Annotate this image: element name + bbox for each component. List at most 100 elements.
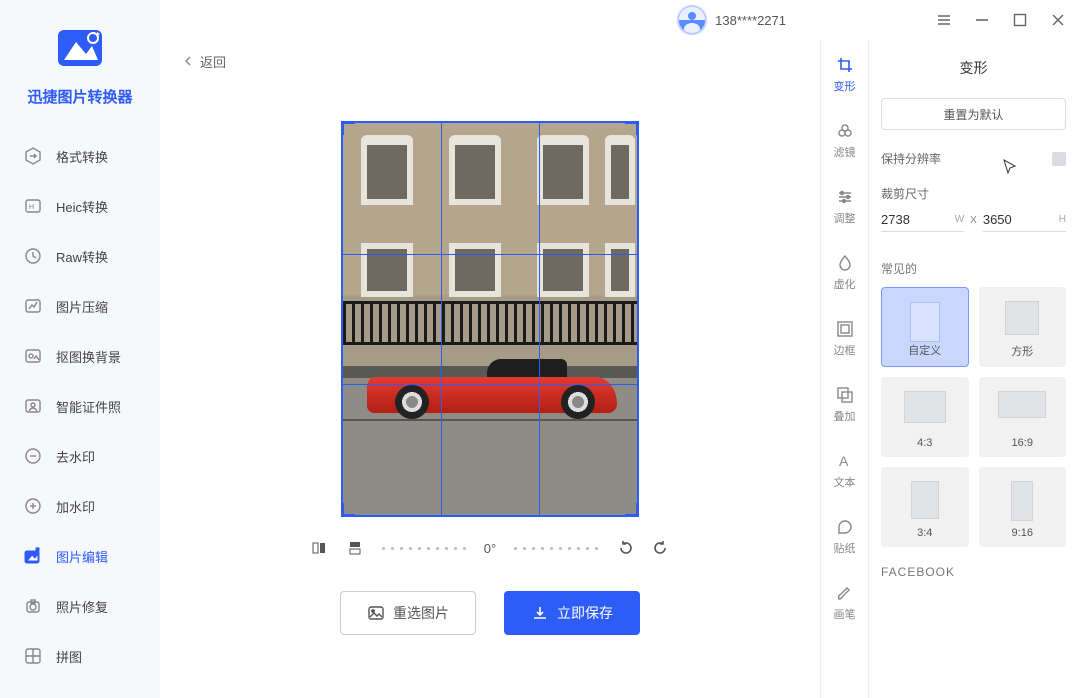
crop-icon: [836, 56, 854, 74]
facebook-header: FACEBOOK: [881, 565, 1066, 579]
close-icon[interactable]: [1050, 12, 1066, 28]
sidebar-item-compress[interactable]: 图片压缩: [0, 281, 160, 331]
crop-grid-line: [441, 123, 442, 515]
blur-icon: [836, 254, 854, 272]
preset-4-3[interactable]: 4:3: [881, 377, 969, 457]
flip-vertical-icon[interactable]: [346, 539, 364, 557]
tool-brush[interactable]: 画笔: [829, 584, 861, 622]
chevron-left-icon: [184, 54, 194, 69]
preset-label: 自定义: [908, 342, 941, 358]
app-logo-block: 迅捷图片转换器: [0, 24, 160, 107]
crop-width-field[interactable]: W: [881, 212, 964, 232]
crop-grid-line: [343, 384, 637, 385]
tool-label: 滤镜: [834, 144, 856, 160]
crop-width-input[interactable]: [881, 212, 951, 227]
preset-custom[interactable]: 自定义: [881, 287, 969, 367]
maximize-icon[interactable]: [1012, 12, 1028, 28]
crop-height-field[interactable]: H: [983, 212, 1066, 232]
crop-size-section: 裁剪尺寸 W X H: [881, 185, 1066, 232]
keep-resolution-toggle[interactable]: [1052, 152, 1066, 166]
back-button[interactable]: 返回: [184, 52, 226, 71]
sidebar-item-format-convert[interactable]: 格式转换: [0, 131, 160, 181]
sidebar-item-cutout[interactable]: 抠图换背景: [0, 331, 160, 381]
minimize-icon[interactable]: [974, 12, 990, 28]
crop-handle-tr[interactable]: [625, 121, 639, 135]
restore-icon: [24, 597, 42, 615]
crop-height-input[interactable]: [983, 212, 1055, 227]
tool-filter[interactable]: 滤镜: [829, 122, 861, 160]
flip-horizontal-icon[interactable]: [310, 539, 328, 557]
tool-label: 贴纸: [834, 540, 856, 556]
cursor-icon: [1002, 158, 1020, 176]
preset-16-9[interactable]: 16:9: [979, 377, 1067, 457]
compress-icon: [24, 297, 42, 315]
image-icon: [367, 604, 385, 622]
filter-icon: [836, 122, 854, 140]
cutout-icon: [24, 347, 42, 365]
user-area[interactable]: 138****2271: [677, 5, 786, 35]
tool-border[interactable]: 边框: [829, 320, 861, 358]
preset-grid: 自定义 方形 4:3 16:9 3:4 9:16: [881, 287, 1066, 547]
tool-text[interactable]: A文本: [829, 452, 861, 490]
image-crop-stage[interactable]: [341, 121, 639, 517]
menu-icon[interactable]: [936, 12, 952, 28]
tool-adjust[interactable]: 调整: [829, 188, 861, 226]
adjust-icon: [836, 188, 854, 206]
app-name: 迅捷图片转换器: [27, 86, 132, 107]
sidebar-item-id-photo[interactable]: 智能证件照: [0, 381, 160, 431]
crop-handle-br[interactable]: [625, 503, 639, 517]
save-label: 立即保存: [557, 603, 613, 623]
remove-watermark-icon: [24, 447, 42, 465]
sidebar-item-image-edit[interactable]: +图片编辑: [0, 531, 160, 581]
collage-icon: [24, 647, 42, 665]
preset-label: 4:3: [917, 437, 932, 449]
sidebar-item-label: Heic转换: [56, 197, 108, 216]
crop-handle-bl[interactable]: [341, 503, 355, 517]
sticker-icon: [836, 518, 854, 536]
preset-9-16[interactable]: 9:16: [979, 467, 1067, 547]
avatar: [677, 5, 707, 35]
user-phone: 138****2271: [715, 13, 786, 28]
hexagon-arrow-icon: [24, 147, 42, 165]
heic-icon: H: [24, 197, 42, 215]
panel-title: 变形: [881, 58, 1066, 78]
sidebar-item-remove-watermark[interactable]: 去水印: [0, 431, 160, 481]
crop-grid-line: [539, 123, 540, 515]
right-panel: 变形 重置为默认 保持分辨率 裁剪尺寸 W X: [868, 40, 1078, 698]
crop-handle-tl[interactable]: [341, 121, 355, 135]
preset-square[interactable]: 方形: [979, 287, 1067, 367]
preset-label: 3:4: [917, 527, 932, 539]
sidebar: 迅捷图片转换器 格式转换 H Heic转换 Raw转换 图片压缩 抠图换背景 智能…: [0, 0, 160, 698]
x-separator: X: [968, 215, 979, 230]
tool-strip: 变形 滤镜 调整 虚化 边框 叠加 A文本 贴纸 画笔: [820, 40, 868, 698]
rotate-left-icon[interactable]: [616, 539, 634, 557]
back-label: 返回: [200, 52, 226, 71]
tool-transform[interactable]: 变形: [829, 56, 861, 94]
id-photo-icon: [24, 397, 42, 415]
sidebar-item-raw[interactable]: Raw转换: [0, 231, 160, 281]
save-button[interactable]: 立即保存: [504, 591, 640, 635]
reset-button[interactable]: 重置为默认: [881, 98, 1066, 130]
tool-blur[interactable]: 虚化: [829, 254, 861, 292]
sidebar-item-heic[interactable]: H Heic转换: [0, 181, 160, 231]
reselect-image-button[interactable]: 重选图片: [340, 591, 476, 635]
tool-label: 调整: [834, 210, 856, 226]
sidebar-item-label: 拼图: [56, 647, 82, 666]
add-watermark-icon: [24, 497, 42, 515]
common-label: 常见的: [881, 260, 1066, 277]
rotate-right-icon[interactable]: [652, 539, 670, 557]
canvas-area: 返回: [160, 40, 820, 698]
sidebar-item-label: Raw转换: [56, 247, 108, 266]
text-icon: A: [836, 452, 854, 470]
rotation-value: 0°: [484, 541, 496, 556]
tool-sticker[interactable]: 贴纸: [829, 518, 861, 556]
sidebar-item-photo-restore[interactable]: 照片修复: [0, 581, 160, 631]
keep-resolution-label: 保持分辨率: [881, 150, 941, 167]
preset-label: 方形: [1011, 343, 1033, 359]
tool-overlay[interactable]: 叠加: [829, 386, 861, 424]
sidebar-item-add-watermark[interactable]: 加水印: [0, 481, 160, 531]
download-icon: [531, 604, 549, 622]
preset-3-4[interactable]: 3:4: [881, 467, 969, 547]
sidebar-item-collage[interactable]: 拼图: [0, 631, 160, 681]
sidebar-item-label: 图片编辑: [56, 547, 108, 566]
